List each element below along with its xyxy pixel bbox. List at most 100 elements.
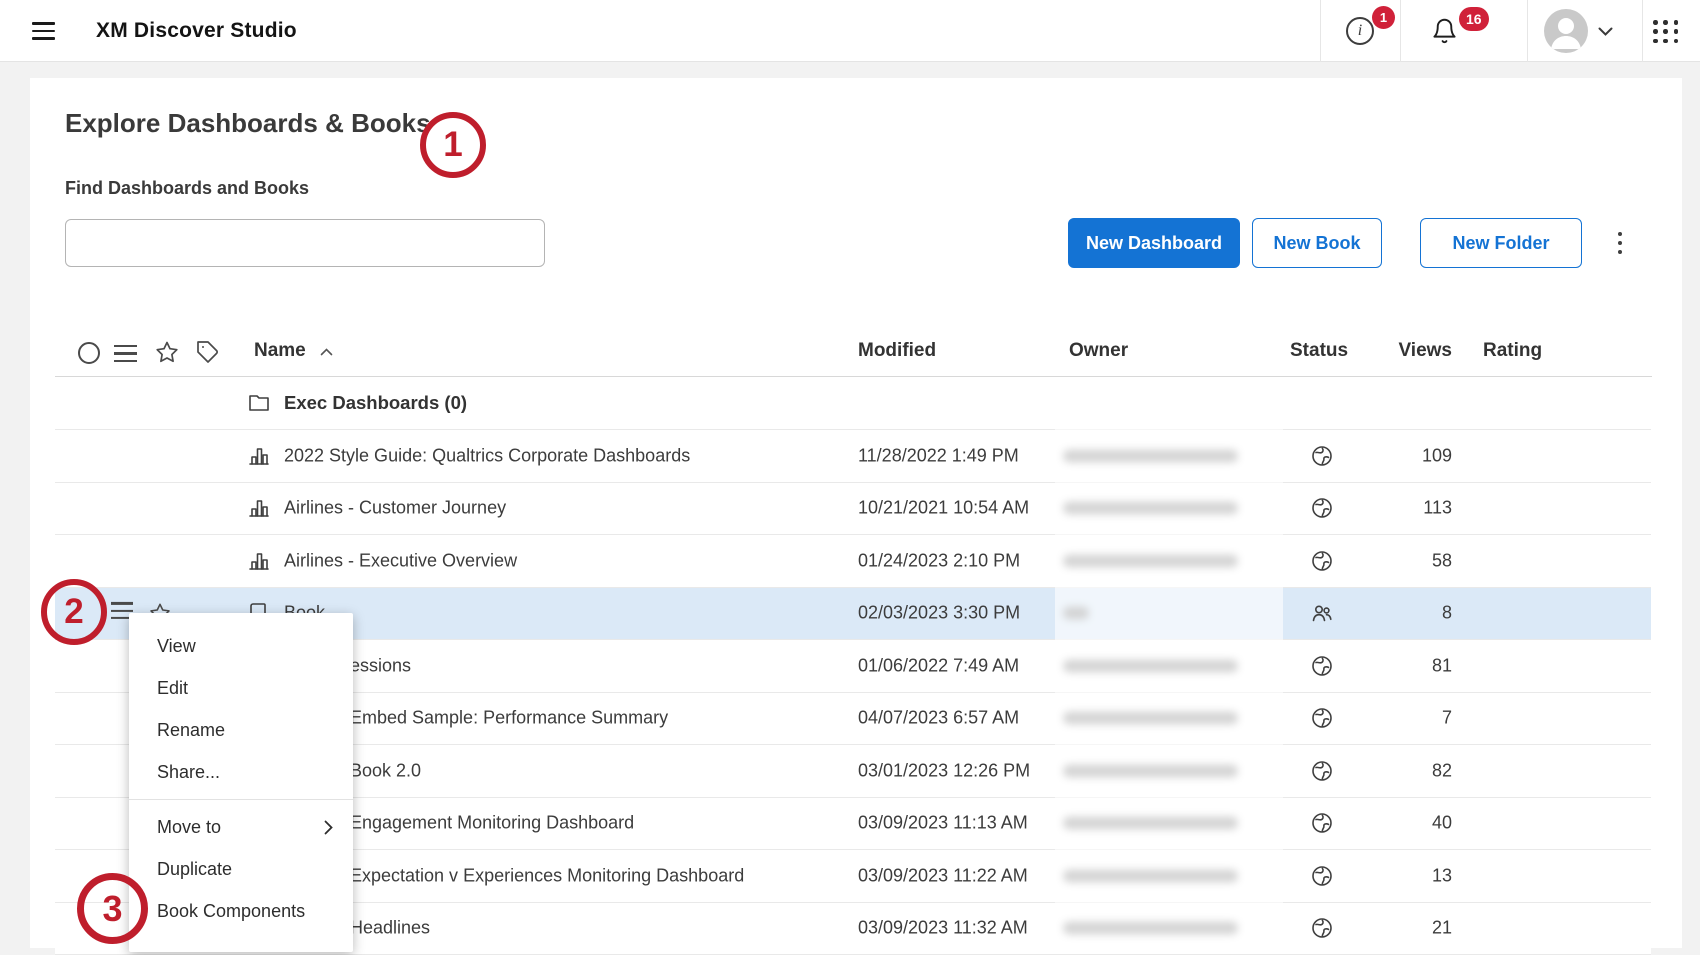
menu-item-rename[interactable]: Rename	[129, 709, 353, 751]
row-modified: 04/07/2023 6:57 AM	[858, 708, 1019, 729]
notifications-bell-icon[interactable]	[1431, 17, 1458, 45]
row-views: 82	[1360, 760, 1452, 781]
column-header-name[interactable]: Name	[254, 340, 306, 362]
row-views: 8	[1360, 603, 1452, 624]
more-actions-button[interactable]	[1606, 218, 1634, 268]
column-header-views[interactable]: Views	[1360, 340, 1452, 362]
menu-divider	[129, 799, 353, 800]
public-globe-icon	[1310, 706, 1334, 730]
top-bar: XM Discover Studio i 1 16	[0, 0, 1700, 62]
favorites-filter-star-icon[interactable]	[155, 340, 179, 364]
column-header-modified[interactable]: Modified	[858, 340, 936, 362]
row-owner-blurred	[1063, 817, 1238, 830]
search-label: Find Dashboards and Books	[65, 178, 309, 199]
new-book-button[interactable]: New Book	[1252, 218, 1382, 268]
row-name: Headlines	[350, 918, 430, 939]
public-globe-icon	[1310, 759, 1334, 783]
public-globe-icon	[1310, 549, 1334, 573]
public-globe-icon	[1310, 654, 1334, 678]
row-views: 113	[1360, 498, 1452, 519]
divider	[1320, 0, 1321, 62]
avatar[interactable]	[1544, 9, 1588, 53]
public-globe-icon	[1310, 496, 1334, 520]
table-row[interactable]: 2022 Style Guide: Qualtrics Corporate Da…	[55, 430, 1651, 483]
row-views: 7	[1360, 708, 1452, 729]
column-header-status[interactable]: Status	[1290, 340, 1348, 362]
app-title: XM Discover Studio	[96, 19, 297, 43]
row-modified: 03/01/2023 12:26 PM	[858, 760, 1030, 781]
public-globe-icon	[1310, 811, 1334, 835]
table-row[interactable]: Airlines - Customer Journey 10/21/2021 1…	[55, 483, 1651, 536]
shared-users-icon	[1310, 601, 1334, 625]
row-modified: 01/24/2023 2:10 PM	[858, 550, 1020, 571]
menu-item-label: Edit	[157, 678, 188, 699]
column-header-rating[interactable]: Rating	[1483, 340, 1542, 362]
info-icon[interactable]: i	[1346, 17, 1374, 45]
action-buttons: New Dashboard New Book New Folder	[1068, 218, 1582, 268]
menu-item-label: Duplicate	[157, 859, 232, 880]
menu-item-edit[interactable]: Edit	[129, 667, 353, 709]
row-name: Airlines - Executive Overview	[284, 550, 517, 571]
public-globe-icon	[1310, 444, 1334, 468]
dashboard-icon	[247, 549, 271, 573]
row-name: essions	[350, 655, 411, 676]
chevron-down-icon[interactable]	[1598, 27, 1613, 36]
select-all-circle[interactable]	[78, 342, 100, 364]
row-owner-blurred	[1063, 922, 1238, 935]
row-owner-blurred	[1063, 764, 1238, 777]
row-owner-blurred	[1063, 712, 1238, 725]
table-row[interactable]: Exec Dashboards (0)	[55, 377, 1651, 430]
search-input[interactable]	[65, 219, 545, 267]
page-title: Explore Dashboards & Books	[65, 108, 431, 139]
row-modified: 03/09/2023 11:22 AM	[858, 865, 1028, 886]
chevron-right-icon	[324, 820, 333, 835]
row-views: 13	[1360, 865, 1452, 886]
row-views: 21	[1360, 918, 1452, 939]
row-modified: 01/06/2022 7:49 AM	[858, 655, 1019, 676]
menu-item-move-to[interactable]: Move to	[129, 806, 353, 848]
row-modified: 10/21/2021 10:54 AM	[858, 498, 1029, 519]
public-globe-icon	[1310, 916, 1334, 940]
row-views: 58	[1360, 550, 1452, 571]
divider	[1642, 0, 1643, 62]
row-views: 40	[1360, 813, 1452, 834]
new-dashboard-button[interactable]: New Dashboard	[1068, 218, 1240, 268]
labels-tag-icon[interactable]	[196, 340, 220, 364]
menu-item-duplicate[interactable]: Duplicate	[129, 848, 353, 890]
sort-ascending-icon	[320, 348, 333, 356]
context-menu: View Edit Rename Share... Move to Duplicate Bo…	[129, 613, 353, 952]
row-name: Exec Dashboards (0)	[284, 392, 467, 414]
row-modified: 02/03/2023 3:30 PM	[858, 603, 1020, 624]
menu-item-label: Book Components	[157, 901, 305, 922]
dashboard-icon	[247, 444, 271, 468]
divider	[1400, 0, 1401, 62]
row-name: Engagement Monitoring Dashboard	[350, 813, 634, 834]
row-views: 109	[1360, 445, 1452, 466]
menu-item-view[interactable]: View	[129, 625, 353, 667]
row-owner-blurred	[1063, 502, 1238, 515]
dashboard-icon	[247, 496, 271, 520]
hamburger-menu-icon[interactable]	[32, 22, 56, 40]
row-name: Embed Sample: Performance Summary	[350, 708, 668, 729]
menu-item-share[interactable]: Share...	[129, 751, 353, 793]
info-badge: 1	[1372, 6, 1395, 29]
folder-icon	[247, 391, 271, 415]
divider	[1527, 0, 1528, 62]
row-modified: 11/28/2022 1:49 PM	[858, 445, 1019, 466]
new-folder-button[interactable]: New Folder	[1420, 218, 1582, 268]
menu-item-label: Share...	[157, 762, 220, 783]
app-grid-icon[interactable]	[1653, 20, 1679, 44]
menu-item-label: Rename	[157, 720, 225, 741]
row-status-icon	[1310, 391, 1334, 415]
column-header-owner[interactable]: Owner	[1069, 340, 1128, 362]
row-modified: 03/09/2023 11:13 AM	[858, 813, 1028, 834]
menu-item-label: View	[157, 636, 196, 657]
menu-item-book-components[interactable]: Book Components	[129, 890, 353, 932]
row-owner-blurred	[1063, 554, 1238, 567]
public-globe-icon	[1310, 864, 1334, 888]
list-filter-icon[interactable]	[114, 345, 137, 367]
menu-item-label: Move to	[157, 817, 221, 838]
notifications-badge: 16	[1459, 7, 1489, 31]
table-row[interactable]: Airlines - Executive Overview 01/24/2023…	[55, 535, 1651, 588]
row-owner-blurred	[1063, 659, 1238, 672]
